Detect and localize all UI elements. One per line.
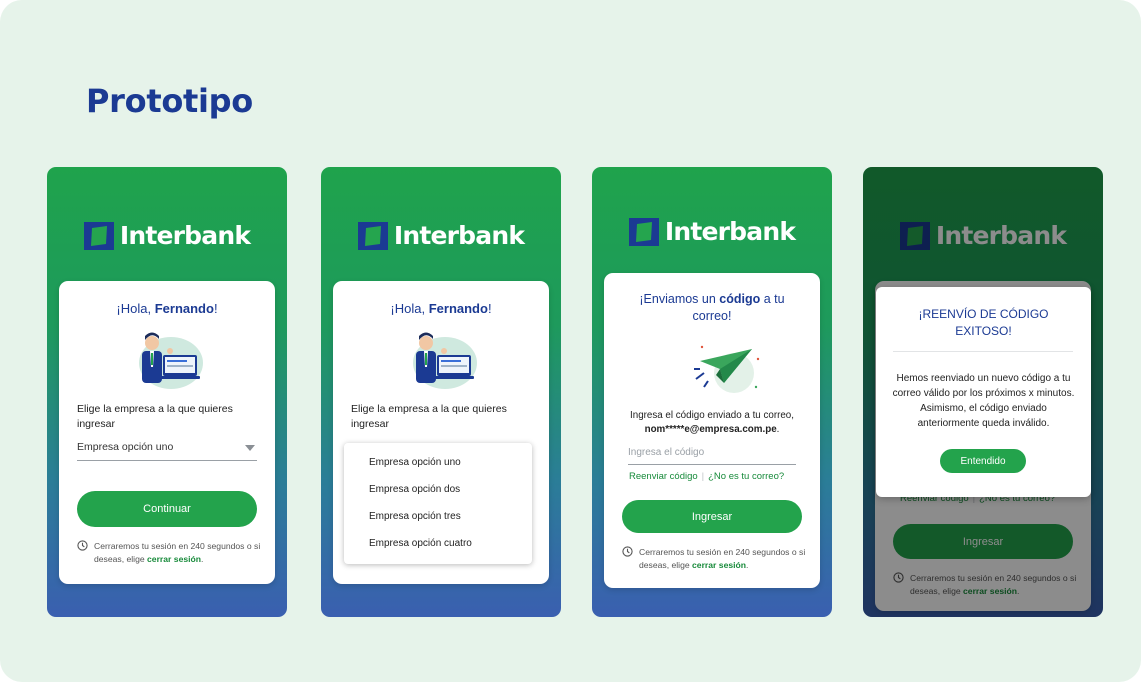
resend-success-modal: ¡REENVÍO DE CÓDIGO EXITOSO! Hemos reenvi… (876, 287, 1091, 497)
session-timer-notice: Cerraremos tu sesión en 240 segundos o s… (77, 540, 262, 565)
logout-link[interactable]: cerrar sesión (147, 554, 201, 564)
code-instruction: Ingresa el código enviado a tu correo, n… (630, 410, 794, 435)
company-select-card: ¡Hola, Fernando! Elige la empresa a la q… (59, 281, 275, 584)
greeting: ¡Hola, Fernando! (116, 301, 218, 316)
choose-company-label: Elige la empresa a la que quieres ingres… (77, 403, 233, 430)
chevron-down-icon (245, 445, 255, 451)
continue-button[interactable]: Continuar (77, 491, 257, 527)
resend-code-link[interactable]: Reenviar código (629, 471, 698, 482)
logo-text: Interbank (393, 221, 525, 250)
modal-title: ¡REENVÍO DE CÓDIGO EXITOSO! (918, 307, 1049, 338)
company-select[interactable]: Empresa opción uno (77, 441, 257, 461)
businessman-laptop-illustration (139, 332, 203, 389)
code-input[interactable]: Ingresa el código (628, 445, 796, 465)
dropdown-option[interactable]: Empresa opción cuatro (369, 538, 472, 549)
not-your-email-link[interactable]: ¿No es tu correo? (708, 471, 784, 482)
phone-screen-company-select: Interbank ¡Hola, Fernando! Elige la empr… (47, 167, 287, 617)
understood-button[interactable]: Entendido (940, 449, 1026, 473)
interbank-logo: Interbank (321, 221, 561, 250)
interbank-logo-icon (83, 221, 114, 250)
code-links-row: Reenviar código | ¿No es tu correo? (629, 471, 785, 482)
clock-icon (622, 546, 633, 557)
company-select-value: Empresa opción uno (77, 441, 174, 453)
interbank-logo-icon (628, 217, 659, 246)
code-verification-card: ¡Enviamos un código a tu correo! Ingresa… (604, 273, 820, 588)
greeting: ¡Hola, Fernando! (390, 301, 492, 316)
page-title: Prototipo (86, 82, 253, 120)
modal-divider (893, 351, 1073, 352)
interbank-logo: Interbank (47, 221, 287, 250)
modal-message: Hemos reenviado un nuevo código a tu cor… (892, 373, 1075, 429)
clock-icon (77, 540, 88, 551)
businessman-laptop-illustration (413, 332, 477, 389)
masked-email: nom*****e@empresa.com.pe (644, 424, 777, 435)
interbank-logo-icon (357, 221, 388, 250)
dropdown-option[interactable]: Empresa opción dos (369, 484, 460, 495)
logo-text: Interbank (664, 217, 796, 246)
session-timer-notice: Cerraremos tu sesión en 240 segundos o s… (622, 546, 807, 571)
logo-text: Interbank (119, 221, 251, 250)
company-dropdown-menu: Empresa opción uno Empresa opción dos Em… (344, 443, 532, 564)
code-sent-title: ¡Enviamos un código a tu correo! (639, 292, 785, 323)
interbank-logo: Interbank (592, 217, 832, 246)
dropdown-option[interactable]: Empresa opción uno (369, 457, 461, 468)
dropdown-option[interactable]: Empresa opción tres (369, 511, 461, 522)
phone-screen-code-verification: Interbank ¡Enviamos un código a tu corre… (592, 167, 832, 617)
phone-screen-company-dropdown: Interbank ¡Hola, Fernando! Elige la empr… (321, 167, 561, 617)
paper-plane-icon (694, 345, 760, 393)
canvas-background: Prototipo Interbank ¡Hola, Fernando! Eli… (0, 0, 1141, 682)
choose-company-label: Elige la empresa a la que quieres ingres… (351, 403, 507, 430)
login-button[interactable]: Ingresar (622, 500, 802, 533)
logout-link[interactable]: cerrar sesión (692, 560, 746, 570)
